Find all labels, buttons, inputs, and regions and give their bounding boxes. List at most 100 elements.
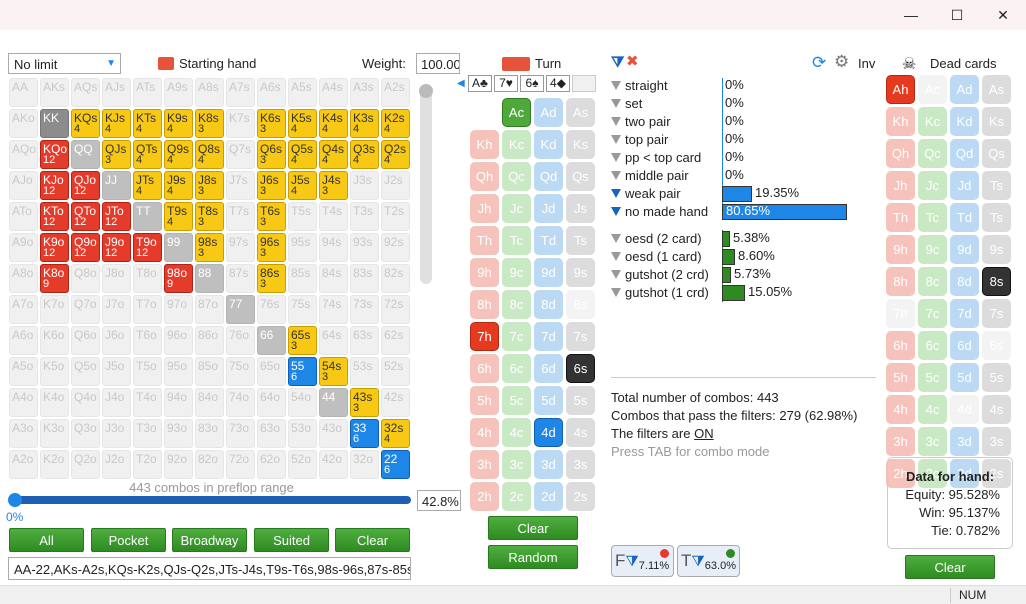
card-cell[interactable]: 8c	[918, 267, 947, 296]
range-slider[interactable]	[8, 493, 411, 507]
card-cell[interactable]: 5d	[950, 363, 979, 392]
card-cell[interactable]: 3s	[982, 427, 1011, 456]
range-text-input[interactable]: AA-22,AKs-A2s,KQs-K2s,QJs-Q2s,JTs-J4s,T9…	[8, 557, 411, 580]
funnel-icon[interactable]	[611, 270, 621, 279]
hand-cell[interactable]: Q4o	[71, 388, 100, 417]
card-cell[interactable]: 2d	[534, 482, 563, 511]
hand-cell[interactable]: 32o	[350, 450, 379, 479]
hand-cell[interactable]: A2s	[381, 78, 410, 107]
card-cell[interactable]: 7s	[566, 322, 595, 351]
card-cell[interactable]: Ts	[982, 203, 1011, 232]
funnel-icon[interactable]	[611, 189, 621, 198]
hand-cell[interactable]: 53s	[350, 357, 379, 386]
card-cell[interactable]: 9d	[950, 235, 979, 264]
hand-cell[interactable]: A5o	[9, 357, 38, 386]
card-cell[interactable]: 9d	[534, 258, 563, 287]
hand-cell[interactable]: KJs 4	[102, 109, 131, 138]
filter-row[interactable]: two pair	[611, 113, 671, 130]
hand-cell[interactable]: 64o	[257, 388, 286, 417]
filter-row[interactable]: middle pair	[611, 167, 689, 184]
hand-cell[interactable]: Q2o	[71, 450, 100, 479]
card-cell[interactable]: 6c	[502, 354, 531, 383]
hand-cell[interactable]: T6o	[133, 326, 162, 355]
board-card[interactable]: A♣	[468, 75, 492, 92]
card-cell[interactable]: Jc	[502, 194, 531, 223]
hand-cell[interactable]: T8o	[133, 264, 162, 293]
hand-cell[interactable]: J6s 3	[257, 171, 286, 200]
card-cell[interactable]: Jh	[470, 194, 499, 223]
hand-cell[interactable]: A8s	[195, 78, 224, 107]
hand-cell[interactable]: 65s 3	[288, 326, 317, 355]
hand-cell[interactable]: T2o	[133, 450, 162, 479]
card-cell[interactable]: Ad	[534, 98, 563, 127]
hand-cell[interactable]: K5s 4	[288, 109, 317, 138]
hand-cell[interactable]: T9s 4	[164, 202, 193, 231]
card-cell[interactable]: As	[982, 75, 1011, 104]
card-cell[interactable]: 4d	[950, 395, 979, 424]
card-cell[interactable]: As	[566, 98, 595, 127]
hand-cell[interactable]: 92o	[164, 450, 193, 479]
card-cell[interactable]: Qh	[886, 139, 915, 168]
hand-cell[interactable]: 43o	[319, 419, 348, 448]
card-cell[interactable]: 8h	[886, 267, 915, 296]
hand-cell[interactable]: JTo 12	[102, 202, 131, 231]
funnel-icon[interactable]	[611, 117, 621, 126]
card-cell[interactable]: 9s	[566, 258, 595, 287]
hand-cell[interactable]: 75s	[288, 295, 317, 324]
card-cell[interactable]: Qd	[950, 139, 979, 168]
card-cell[interactable]: Kc	[502, 130, 531, 159]
card-cell[interactable]: Js	[566, 194, 595, 223]
hand-cell[interactable]: 92s	[381, 233, 410, 262]
card-cell[interactable]: Kc	[918, 107, 947, 136]
filter-row[interactable]: gutshot (2 crd)	[611, 266, 709, 283]
hand-cell[interactable]: 86s 3	[257, 264, 286, 293]
hand-cell[interactable]: Q6o	[71, 326, 100, 355]
card-cell[interactable]: Th	[886, 203, 915, 232]
funnel-icon[interactable]	[611, 288, 621, 297]
hand-cell[interactable]: 73s	[350, 295, 379, 324]
hand-cell[interactable]: QTs 4	[133, 140, 162, 169]
hand-cell[interactable]: J4s 3	[319, 171, 348, 200]
hand-cell[interactable]: T3o	[133, 419, 162, 448]
hand-cell[interactable]: K4s 4	[319, 109, 348, 138]
card-cell[interactable]: Jc	[918, 171, 947, 200]
card-cell[interactable]: Ks	[982, 107, 1011, 136]
hand-cell[interactable]: 66	[257, 326, 286, 355]
card-cell[interactable]: 8c	[502, 290, 531, 319]
hand-cell[interactable]: 96s 3	[257, 233, 286, 262]
hand-cell[interactable]: KJo 12	[40, 171, 69, 200]
card-cell[interactable]: 6s	[982, 331, 1011, 360]
card-cell[interactable]: 5s	[982, 363, 1011, 392]
filter-row[interactable]: pp < top card	[611, 149, 701, 166]
card-cell[interactable]: 3d	[950, 427, 979, 456]
hand-cell[interactable]: 74s	[319, 295, 348, 324]
pocket-button[interactable]: Pocket	[91, 528, 166, 552]
funnel-icon[interactable]	[611, 234, 621, 243]
game-type-select[interactable]: No limit ▼	[8, 53, 121, 74]
hand-cell[interactable]: 77	[226, 295, 255, 324]
hand-cell[interactable]: 86o	[195, 326, 224, 355]
hand-cell[interactable]: J8s 3	[195, 171, 224, 200]
card-cell[interactable]: 9c	[502, 258, 531, 287]
hand-cell[interactable]: T6s 3	[257, 202, 286, 231]
hand-cell[interactable]: A7s	[226, 78, 255, 107]
card-cell[interactable]: Th	[470, 226, 499, 255]
hand-cell[interactable]: J6o	[102, 326, 131, 355]
hand-cell[interactable]: 87o	[195, 295, 224, 324]
hand-cell[interactable]: 72o	[226, 450, 255, 479]
hand-cell[interactable]: A8o	[9, 264, 38, 293]
card-cell[interactable]: Kh	[886, 107, 915, 136]
hand-cell[interactable]: 44	[319, 388, 348, 417]
hand-cell[interactable]: J7s	[226, 171, 255, 200]
card-cell[interactable]: 4d	[534, 418, 563, 447]
hand-cell[interactable]: 98o 9	[164, 264, 193, 293]
hand-cell[interactable]: 85o	[195, 357, 224, 386]
hand-cell[interactable]: QTo 12	[71, 202, 100, 231]
hand-cell[interactable]: K9o 12	[40, 233, 69, 262]
turn-clear-button[interactable]: Clear	[488, 516, 578, 540]
hand-cell[interactable]: JTs 4	[133, 171, 162, 200]
card-cell[interactable]: 5h	[470, 386, 499, 415]
hand-cell[interactable]: T9o 12	[133, 233, 162, 262]
hand-cell[interactable]: T7s	[226, 202, 255, 231]
card-cell[interactable]: 4s	[566, 418, 595, 447]
